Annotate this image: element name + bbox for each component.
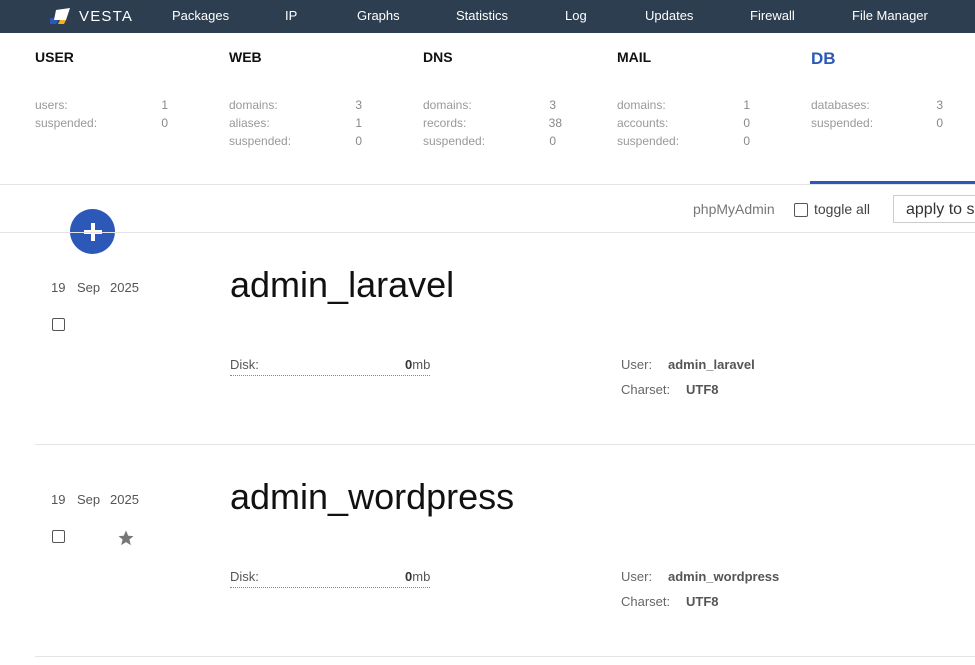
stat-value: 0: [743, 134, 750, 148]
stat-value: 0: [936, 116, 943, 130]
stat-value: 1: [743, 98, 750, 112]
stat-label: suspended:: [229, 134, 292, 148]
user-value: admin_wordpress: [668, 569, 780, 584]
stat-label: suspended:: [811, 116, 874, 130]
row-checkbox[interactable]: [52, 318, 65, 331]
stat-label: suspended:: [35, 116, 98, 130]
nav-updates[interactable]: Updates: [645, 8, 693, 23]
stat-title-dns: DNS: [423, 49, 453, 65]
stat-value: 1: [355, 116, 362, 130]
stat-value: 0: [743, 116, 750, 130]
date-month: Sep: [77, 492, 101, 507]
stat-title-mail: MAIL: [617, 49, 652, 65]
disk-unit: mb: [412, 569, 431, 584]
user-label: User:: [621, 357, 653, 372]
stat-value: 1: [161, 98, 168, 112]
phpmyadmin-link[interactable]: phpMyAdmin: [693, 201, 775, 217]
charset-value: UTF8: [686, 382, 719, 397]
divider: [0, 184, 975, 185]
stat-label: domains:: [229, 98, 278, 112]
vesta-logo[interactable]: VESTA: [48, 6, 133, 26]
date-year: 2025: [110, 280, 139, 295]
stat-value: 3: [549, 98, 556, 112]
nav-statistics[interactable]: Statistics: [456, 8, 508, 23]
stat-label: users:: [35, 98, 68, 112]
user-label: User:: [621, 569, 653, 584]
stat-value: 38: [548, 116, 562, 130]
date-month: Sep: [77, 280, 101, 295]
divider: [35, 656, 975, 657]
stat-value: 0: [161, 116, 168, 130]
toggle-all-label[interactable]: toggle all: [814, 201, 870, 217]
disk-value: 0mb: [405, 569, 430, 584]
charset-value: UTF8: [686, 594, 719, 609]
disk-label: Disk:: [230, 357, 259, 372]
stat-label: suspended:: [617, 134, 680, 148]
stat-label: records:: [423, 116, 467, 130]
stat-title-db: DB: [811, 49, 836, 68]
apply-to-selected-select[interactable]: apply to selected: [893, 195, 975, 223]
date-day: 19: [51, 280, 66, 295]
toggle-all-checkbox[interactable]: [794, 203, 808, 217]
stat-label: suspended:: [423, 134, 486, 148]
disk-usage-line: [230, 586, 430, 588]
charset-label: Charset:: [621, 594, 671, 609]
stat-label: domains:: [423, 98, 472, 112]
stat-label: accounts:: [617, 116, 669, 130]
stat-value: 0: [355, 134, 362, 148]
stat-value: 0: [549, 134, 556, 148]
divider: [0, 232, 975, 233]
nav-log[interactable]: Log: [565, 8, 587, 23]
divider: [35, 444, 975, 445]
nav-ip[interactable]: IP: [285, 8, 297, 23]
stat-value: 3: [355, 98, 362, 112]
nav-firewall[interactable]: Firewall: [750, 8, 795, 23]
date-year: 2025: [110, 492, 139, 507]
row-checkbox[interactable]: [52, 530, 65, 543]
disk-value: 0mb: [405, 357, 430, 372]
stat-title-web: WEB: [229, 49, 262, 65]
database-name[interactable]: admin_laravel: [230, 264, 454, 306]
charset-label: Charset:: [621, 382, 671, 397]
nav-packages[interactable]: Packages: [172, 8, 229, 23]
date-day: 19: [51, 492, 66, 507]
nav-graphs[interactable]: Graphs: [357, 8, 400, 23]
nav-file-manager[interactable]: File Manager: [852, 8, 928, 23]
top-navbar: VESTA Packages IP Graphs Statistics Log …: [0, 0, 975, 33]
user-value: admin_laravel: [668, 357, 755, 372]
logo-text: VESTA: [79, 7, 134, 25]
stat-value: 3: [936, 98, 943, 112]
database-name[interactable]: admin_wordpress: [230, 476, 514, 518]
disk-label: Disk:: [230, 569, 259, 584]
vesta-logo-icon: [50, 8, 70, 24]
disk-unit: mb: [412, 357, 431, 372]
star-icon[interactable]: [117, 529, 135, 547]
stat-label: databases:: [811, 98, 870, 112]
stat-label: aliases:: [229, 116, 270, 130]
stat-title-user: USER: [35, 49, 74, 65]
stat-label: domains:: [617, 98, 666, 112]
disk-usage-line: [230, 374, 430, 376]
